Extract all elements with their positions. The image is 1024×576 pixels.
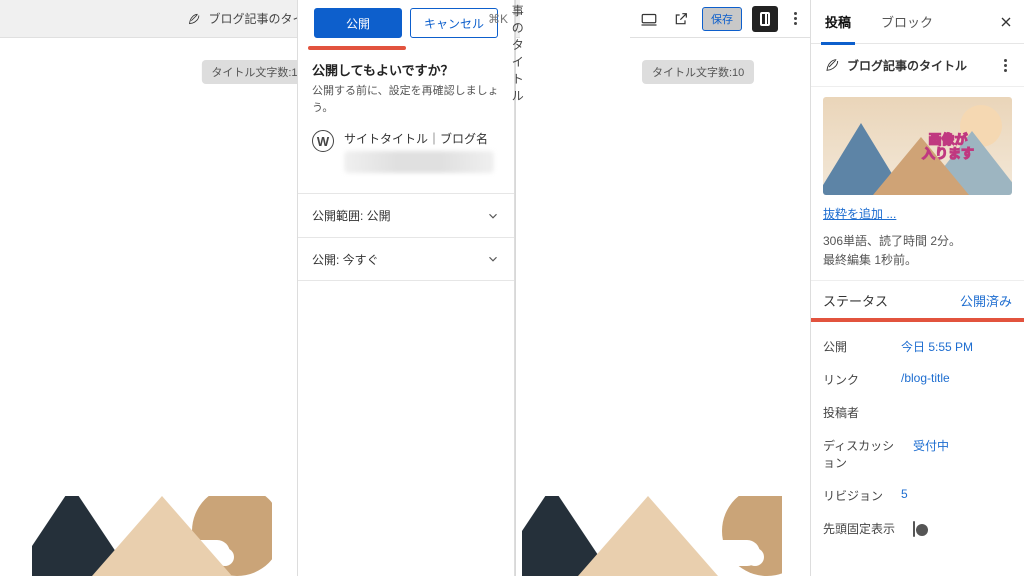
visibility-row[interactable]: 公開範囲: 公開 — [298, 193, 514, 237]
close-icon[interactable] — [998, 14, 1014, 30]
external-link-icon[interactable] — [670, 8, 692, 30]
right-topbar: ブログ記事のタイトル ⌘K — [516, 0, 520, 38]
add-excerpt-link[interactable]: 抜粋を追加 ... — [811, 195, 1024, 222]
sidebar-header: ブログ記事のタイトル — [811, 44, 1024, 87]
left-editor-pane: ブログ記事のタイトル ⌘K タイトル文字数:10 公開 キャンセル 公開してもよ… — [0, 0, 516, 576]
author-value[interactable] — [883, 404, 1012, 421]
more-menu-icon[interactable] — [788, 8, 802, 30]
device-preview-icon[interactable] — [638, 8, 660, 30]
post-more-icon[interactable] — [998, 54, 1012, 76]
sidebar-toggle-button[interactable] — [752, 6, 778, 32]
publish-question: 公開してもよいですか？ — [312, 60, 500, 79]
publish-button[interactable]: 公開 — [314, 8, 402, 38]
cancel-button[interactable]: キャンセル — [410, 8, 498, 38]
title-char-count: タイトル文字数:10 — [642, 60, 754, 84]
tab-post[interactable]: 投稿 — [821, 12, 855, 45]
wordpress-icon: W — [312, 130, 334, 152]
feather-icon — [823, 57, 839, 73]
page-title: ブログ記事のタイトル — [512, 0, 535, 104]
schedule-row[interactable]: 公開: 今すぐ — [298, 237, 514, 281]
featured-image-thumb[interactable]: 画像が 入ります — [823, 97, 1012, 195]
schedule-label: 公開: 今すぐ — [312, 251, 379, 268]
decorative-art — [522, 496, 782, 576]
editor-toolbar: 保存 — [630, 0, 810, 38]
highlight-bar — [308, 46, 406, 50]
right-editor-pane: ブログ記事のタイトル ⌘K タイトル文字数:10 保存 — [516, 0, 1024, 576]
sticky-toggle[interactable] — [913, 521, 915, 537]
last-edit: 最終編集 1秒前。 — [823, 253, 917, 267]
chevron-down-icon — [486, 209, 500, 223]
publish-value[interactable]: 今日 5:55 PM — [883, 338, 1012, 355]
feather-icon — [186, 12, 200, 26]
save-button[interactable]: 保存 — [702, 7, 742, 31]
site-title: サイトタイトル｜ブログ名 — [344, 130, 494, 147]
revision-label: リビジョン — [823, 487, 883, 504]
publish-label: 公開 — [823, 338, 883, 355]
thumb-caption: 画像が 入ります — [922, 133, 974, 162]
visibility-label: 公開範囲: 公開 — [312, 207, 391, 224]
settings-sidebar: 投稿 ブロック ブログ記事のタイトル 画像が 入ります 抜粋を追加 ... 30… — [810, 0, 1024, 576]
publish-hint: 公開する前に、設定を再確認しましょう。 — [312, 83, 500, 116]
post-meta: 306単語、読了時間 2分。 最終編集 1秒前。 — [811, 222, 1024, 281]
chevron-down-icon — [486, 252, 500, 266]
decorative-art — [32, 496, 272, 576]
word-count: 306単語、読了時間 2分。 — [823, 234, 961, 248]
discussion-label: ディスカッション — [823, 437, 895, 471]
sidebar-post-title: ブログ記事のタイトル — [847, 57, 990, 74]
site-url-blurred — [344, 151, 494, 173]
sidebar-tabs: 投稿 ブロック — [811, 0, 1024, 44]
highlight-bar — [811, 318, 1024, 322]
status-value[interactable]: 公開済み — [960, 291, 1012, 310]
tab-block[interactable]: ブロック — [877, 12, 937, 31]
status-label: ステータス — [823, 291, 888, 310]
author-label: 投稿者 — [823, 404, 883, 421]
shortcut-label: ⌘K — [488, 12, 508, 26]
revision-value[interactable]: 5 — [883, 487, 1012, 504]
prepublish-panel: 公開 キャンセル 公開してもよいですか？ 公開する前に、設定を再確認しましょう。… — [297, 0, 515, 576]
discussion-value[interactable]: 受付中 — [895, 437, 1012, 471]
link-value[interactable]: /blog-title — [883, 371, 1012, 388]
sticky-label: 先頭固定表示 — [823, 520, 895, 537]
link-label: リンク — [823, 371, 883, 388]
